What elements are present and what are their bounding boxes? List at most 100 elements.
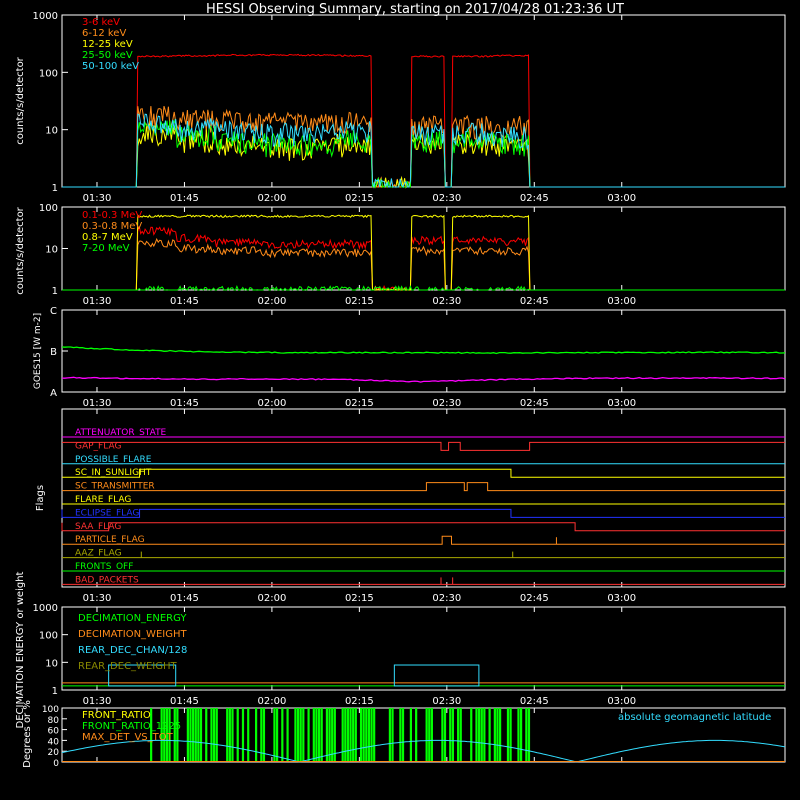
panel3-ylabel: GOES15 [W m-2] [33, 313, 43, 389]
front-ratio-bar [236, 708, 239, 762]
front-ratio-bar [275, 708, 279, 762]
front-ratio-bar [449, 708, 452, 762]
front-ratio-bar [519, 708, 523, 762]
front-ratio-bar [247, 708, 250, 762]
front-ratio-bar [401, 708, 405, 762]
panel5-legend-entry: DECIMATION_WEIGHT [78, 629, 187, 640]
front-ratio-bar [362, 708, 365, 762]
front-ratio-bar [189, 708, 192, 762]
panel2-series-line [62, 226, 785, 291]
front-ratio-bar [388, 708, 392, 762]
flag-label: ATTENUATOR_STATE [75, 428, 167, 438]
panel4-ylabel: Flags [35, 485, 46, 511]
x-tick-label: 01:45 [170, 398, 199, 409]
panel1-y-tick-label: 1000 [33, 11, 58, 22]
front-ratio-bar [320, 708, 323, 762]
flag-line [62, 482, 785, 492]
panel2-legend-entry: 0.1-0.3 MeV [82, 210, 142, 221]
flag-line [61, 522, 785, 532]
x-tick-label: 02:15 [345, 593, 374, 604]
geomag-annotation: absolute geomagnetic latitude [618, 712, 771, 723]
front-ratio-bar [488, 708, 491, 762]
front-ratio-bar [254, 708, 258, 762]
front-ratio-bar [391, 708, 394, 762]
front-ratio-bar [294, 708, 297, 762]
front-ratio-bar [506, 708, 510, 762]
front-ratio-bar [344, 708, 347, 762]
front-ratio-bar [517, 708, 520, 762]
panel2-legend-entry: 7-20 MeV [82, 243, 130, 254]
front-ratio-bar [286, 708, 289, 762]
panel1-y-tick-label: 1 [52, 183, 58, 194]
x-tick-label: 01:30 [83, 296, 112, 307]
panel2-y-tick-label: 1 [52, 286, 58, 297]
front-ratio-bar [241, 708, 245, 762]
front-ratio-bar [373, 708, 376, 762]
front-ratio-bar [428, 708, 431, 762]
front-ratio-bar [317, 708, 321, 762]
front-ratio-bar [359, 708, 363, 762]
front-ratio-bar [370, 708, 373, 762]
panel2-ylabel: counts/s/detector [15, 206, 26, 294]
front-ratio-bar [349, 708, 352, 762]
x-tick-label: 02:30 [432, 696, 461, 707]
x-tick-label: 02:00 [257, 193, 286, 204]
flag-label: GAP_FLAG [75, 441, 121, 451]
front-ratio-bar [312, 708, 315, 762]
x-tick-label: 02:00 [257, 593, 286, 604]
flag-line [62, 535, 785, 545]
x-tick-label: 02:45 [520, 296, 549, 307]
flag-label: ECLIPSE_FLAG [75, 508, 139, 518]
panel1-y-tick-label: 100 [39, 68, 58, 79]
front-ratio-bar [215, 708, 218, 762]
panel3-y-tick-label: B [50, 347, 57, 358]
panel1-legend-entry: 25-50 keV [82, 50, 133, 61]
flag-label: FLARE_FLAG [75, 495, 131, 505]
front-ratio-bar [197, 708, 200, 762]
flag-label: POSSIBLE_FLARE [75, 455, 152, 465]
panel6-legend-entry: FRONT_RATIO_1225 [82, 721, 181, 732]
front-ratio-bar [415, 708, 418, 762]
front-ratio-bar [281, 708, 284, 762]
panel6-y-tick-label: 100 [42, 705, 59, 715]
flag-label: SC_IN_SUNLIGHT [75, 468, 152, 478]
panel5-y-tick-label: 1000 [33, 603, 58, 614]
front-ratio-bar [260, 708, 263, 762]
panel5-legend-entry: REAR_DEC_WEIGHT [78, 661, 177, 672]
x-tick-label: 03:00 [607, 398, 636, 409]
x-tick-label: 01:45 [170, 193, 199, 204]
flag-label: AAZ_FLAG [75, 549, 122, 559]
x-tick-label: 02:30 [432, 593, 461, 604]
front-ratio-bar [341, 708, 344, 762]
panel2-series-line [62, 213, 785, 291]
front-ratio-bar [499, 708, 502, 762]
front-ratio-bar [527, 708, 531, 762]
front-ratio-bar [302, 708, 305, 762]
panel-frame [61, 408, 786, 588]
front-ratio-bar [367, 708, 371, 762]
x-tick-label: 02:45 [520, 696, 549, 707]
front-ratio-bar [213, 708, 216, 762]
front-ratio-bar [352, 708, 355, 762]
front-ratio-bar [296, 708, 300, 762]
front-ratio-bar [475, 708, 478, 762]
front-ratio-bar [273, 708, 276, 762]
panel2-series-line [62, 285, 785, 292]
panel2-y-tick-label: 100 [39, 203, 58, 214]
front-ratio-bar [443, 708, 447, 762]
x-tick-label: 02:30 [432, 296, 461, 307]
panel3-y-tick-label: C [50, 306, 57, 317]
front-ratio-bar [346, 708, 350, 762]
front-ratio-bar [425, 708, 428, 762]
x-tick-label: 02:00 [257, 398, 286, 409]
panel6-y-tick-label: 80 [48, 716, 60, 726]
front-ratio-bar [457, 708, 460, 762]
hessi-summary-figure: HESSI Observing Summary, starting on 201… [15, 2, 786, 769]
front-ratio-bar [478, 708, 481, 762]
panel6-legend-entry: FRONT_RATIO [82, 710, 151, 721]
flag-label: SAA_FLAG [75, 522, 121, 532]
front-ratio-bar [199, 708, 203, 762]
x-tick-label: 01:30 [83, 398, 112, 409]
x-tick-label: 02:45 [520, 593, 549, 604]
x-tick-label: 02:15 [345, 296, 374, 307]
